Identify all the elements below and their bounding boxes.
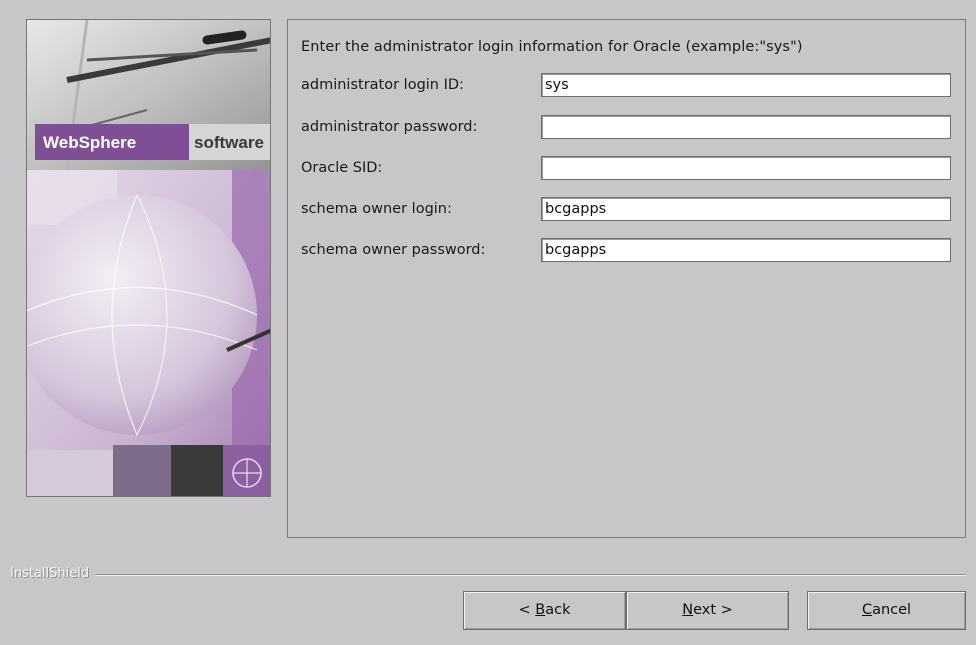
cancel-button[interactable]: Cancel <box>807 591 966 630</box>
next-button[interactable]: Next > <box>626 591 789 630</box>
software-brand-text: software <box>194 133 264 152</box>
admin-password-input[interactable] <box>541 115 951 139</box>
oracle-sid-label: Oracle SID: <box>301 160 383 176</box>
admin-login-input[interactable] <box>541 73 951 97</box>
websphere-brand-text: WebSphere <box>43 133 136 152</box>
installshield-label: InstallShield <box>10 566 96 581</box>
schema-owner-password-label: schema owner password: <box>301 242 486 258</box>
back-button[interactable]: < Back <box>463 591 626 630</box>
schema-owner-password-input[interactable] <box>541 238 951 262</box>
schema-owner-login-label: schema owner login: <box>301 201 452 217</box>
form-panel: Enter the administrator login informatio… <box>287 19 966 538</box>
cancel-button-label: ancel <box>872 602 912 618</box>
instruction-text: Enter the administrator login informatio… <box>301 39 803 55</box>
banner-graphic: WebSphere software <box>27 20 270 496</box>
admin-password-label: administrator password: <box>301 119 478 135</box>
separator-line <box>10 574 966 576</box>
next-button-mnemonic: N <box>682 602 694 618</box>
next-button-label: ext > <box>693 602 733 618</box>
installshield-separator: InstallShield <box>10 566 966 581</box>
websphere-banner-image: WebSphere software <box>26 19 271 497</box>
back-button-mnemonic: B <box>535 602 546 618</box>
oracle-sid-input[interactable] <box>541 156 951 180</box>
back-button-prefix: < <box>518 602 536 618</box>
cancel-button-mnemonic: C <box>861 602 873 618</box>
back-button-label: ack <box>545 602 571 618</box>
admin-login-label: administrator login ID: <box>301 77 464 93</box>
schema-owner-login-input[interactable] <box>541 197 951 221</box>
